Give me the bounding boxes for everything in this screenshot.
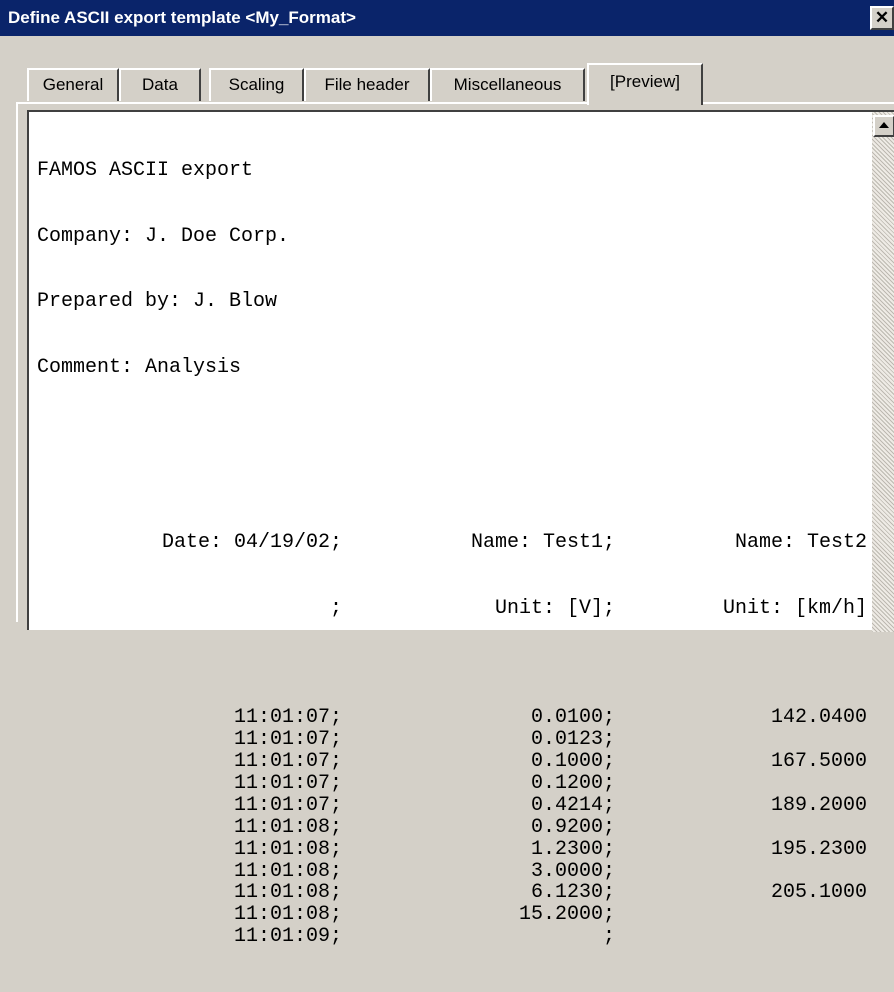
window-title: Define ASCII export template <My_Format> <box>8 8 356 27</box>
table-row: 11:01:07; 0.1200; <box>37 773 867 795</box>
tab-label: File header <box>324 75 410 94</box>
tab-file-header[interactable]: File header <box>304 68 430 101</box>
column-header-block: Date: 04/19/02; Name: Test1; Name: Test2… <box>37 488 867 663</box>
cell-v1: 0.1200; <box>530 772 615 796</box>
cell-time: 11:01:07; <box>233 772 342 796</box>
title-bar: Define ASCII export template <My_Format>… <box>0 0 894 36</box>
column-unit-row: ; Unit: [V]; Unit: [km/h] <box>37 596 867 620</box>
tab-general[interactable]: General <box>27 68 119 101</box>
table-row: 11:01:07; 0.0123; <box>37 729 867 751</box>
tab-preview[interactable]: [Preview] <box>587 63 703 105</box>
scroll-up-button[interactable] <box>873 115 894 137</box>
cell-v1: 0.9200; <box>530 815 615 839</box>
cell-v2: 142.0400 <box>770 706 867 730</box>
close-icon: ✕ <box>874 8 890 27</box>
cell-v1: 15.2000; <box>518 903 615 927</box>
column-unit: Unit: [km/h] <box>722 596 867 620</box>
cell-time: 11:01:08; <box>233 903 342 927</box>
cell-v2: 205.1000 <box>770 881 867 905</box>
cell-v1: 1.2300; <box>530 837 615 861</box>
vertical-scrollbar[interactable] <box>872 112 894 632</box>
header-line: Company: J. Doe Corp. <box>37 224 290 248</box>
tab-miscellaneous[interactable]: Miscellaneous <box>430 68 585 101</box>
table-row: 11:01:07; 0.0100; 142.0400 <box>37 707 867 729</box>
cell-v2: 189.2000 <box>770 793 867 817</box>
header-line: Comment: Analysis <box>37 355 242 379</box>
tab-label: General <box>42 75 104 94</box>
column-header: Name: Test1; <box>470 531 615 555</box>
cell-time: 11:01:07; <box>233 793 342 817</box>
table-row: 11:01:07; 0.4214; 189.2000 <box>37 795 867 817</box>
tab-scaling[interactable]: Scaling <box>209 68 304 101</box>
cell-time: 11:01:08; <box>233 859 342 883</box>
column-header: Date: 04/19/02; <box>161 531 342 555</box>
cell-time: 11:01:07; <box>233 750 342 774</box>
cell-v1: 0.1000; <box>530 750 615 774</box>
column-header: Name: Test2 <box>734 531 867 555</box>
tab-label: Miscellaneous <box>453 75 562 94</box>
column-unit: ; <box>329 596 342 620</box>
column-header-row: Date: 04/19/02; Name: Test1; Name: Test2 <box>37 532 867 554</box>
close-button[interactable]: ✕ <box>870 6 894 30</box>
cell-time: 11:01:08; <box>233 837 342 861</box>
table-row: 11:01:07; 0.1000; 167.5000 <box>37 751 867 773</box>
cell-time: 11:01:08; <box>233 815 342 839</box>
table-row: 11:01:09;; <box>37 926 867 948</box>
tab-label: Data <box>142 75 178 94</box>
cell-time: 11:01:09; <box>233 925 342 949</box>
cell-time: 11:01:07; <box>233 706 342 730</box>
table-row: 11:01:08; 3.0000; <box>37 859 867 883</box>
tab-label: [Preview] <box>610 72 680 91</box>
table-row: 11:01:08; 6.1230; 205.1000 <box>37 882 867 904</box>
data-rows: 11:01:07; 0.0100; 142.0400 11:01:07; 0.0123;… <box>37 707 867 948</box>
tab-data[interactable]: Data <box>119 68 201 101</box>
cell-v2: 195.2300 <box>770 837 867 861</box>
preview-text: FAMOS ASCII export Company: J. Doe Corp.… <box>37 116 867 992</box>
tab-label: Scaling <box>228 75 285 94</box>
column-unit: Unit: [V]; <box>494 596 615 620</box>
header-line: FAMOS ASCII export <box>37 158 254 182</box>
arrow-up-icon <box>879 122 889 128</box>
cell-v1: ; <box>602 925 615 949</box>
header-line: Prepared by: J. Blow <box>37 290 278 314</box>
table-row: 11:01:08; 1.2300; 195.2300 <box>37 837 867 861</box>
table-row: 11:01:08; 15.2000; <box>37 904 867 926</box>
table-row: 11:01:08; 0.9200; <box>37 815 867 839</box>
cell-time: 11:01:07; <box>233 728 342 752</box>
cell-time: 11:01:08; <box>233 881 342 905</box>
cell-v2: 167.5000 <box>770 750 867 774</box>
preview-textbox[interactable]: FAMOS ASCII export Company: J. Doe Corp.… <box>27 110 894 948</box>
cell-v1: 3.0000; <box>530 859 615 883</box>
cell-v1: 0.4214; <box>530 793 615 817</box>
cell-v1: 0.0123; <box>530 728 615 752</box>
cell-v1: 6.1230; <box>530 881 615 905</box>
cell-v1: 0.0100; <box>530 706 615 730</box>
